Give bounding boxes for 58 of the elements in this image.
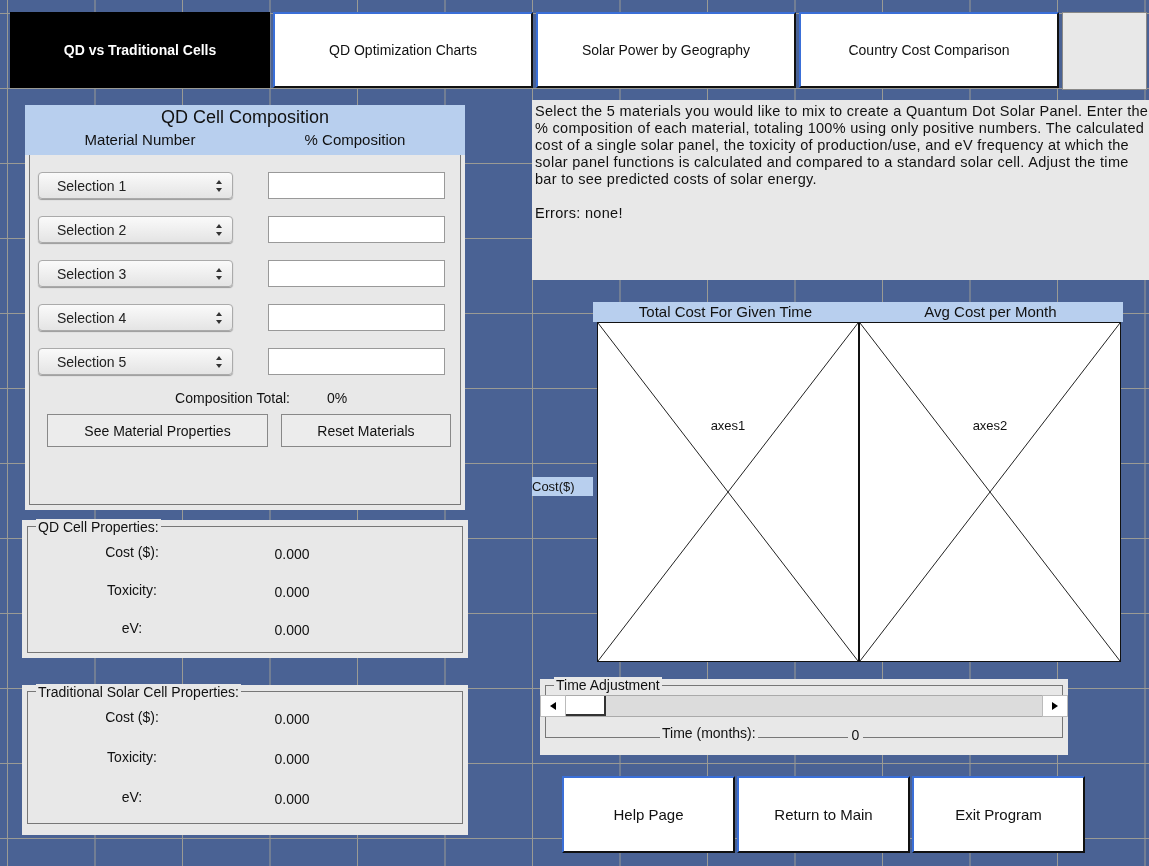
percent-input[interactable]: [268, 216, 445, 243]
right-arrow-icon: [1052, 702, 1058, 710]
left-arrow-icon: [550, 702, 556, 710]
time-label: Time (months):: [660, 725, 758, 743]
blank-tab[interactable]: [1062, 12, 1147, 90]
panel-button[interactable]: See Material Properties: [47, 414, 268, 447]
errors-text: Errors: none!: [535, 205, 624, 222]
total-value: 0%: [327, 390, 348, 408]
percent-input[interactable]: [268, 348, 445, 375]
percent-input[interactable]: [268, 172, 445, 199]
scroll-right-button[interactable]: [1042, 695, 1068, 717]
material-dropdown[interactable]: Selection 5: [38, 348, 233, 375]
spinner-arrows-icon: [215, 266, 223, 281]
slider-thumb[interactable]: [566, 696, 606, 716]
property-label: Toxicity:: [106, 749, 158, 767]
time-slider[interactable]: [566, 695, 1042, 717]
material-dropdown[interactable]: Selection 3: [38, 260, 233, 287]
action-button[interactable]: Help Page: [562, 776, 735, 853]
axis-label: Cost($): [532, 476, 593, 496]
panel-title: QD Cell Properties:: [36, 519, 161, 535]
property-value: 0.000: [273, 584, 311, 602]
tab[interactable]: Country Cost Comparison: [799, 12, 1059, 88]
property-value: 0.000: [273, 546, 311, 564]
chart-title: Total Cost For Given Time: [637, 302, 814, 322]
instructions-text: Select the 5 materials you would like to mix to create a Quantum Dot Solar Panel. Enter the % composition of each material, totaling 100% using only positive numbers. The calculated cost of a single solar panel, the toxicity of production/use, and eV frequency at which the solar panel functions is calculated and compared to a standard solar cell. Adjust the time bar to see predicted costs of solar energy.: [535, 103, 1149, 188]
scroll-left-button[interactable]: [540, 695, 566, 717]
panel-title: Time Adjustment: [554, 677, 662, 693]
time-value: 0: [847, 727, 864, 743]
total-label: Composition Total:: [174, 390, 290, 408]
property-label: eV:: [120, 789, 144, 807]
chart-title: Avg Cost per Month: [923, 302, 1058, 322]
panel-title: QD Cell Composition: [159, 106, 331, 129]
material-dropdown[interactable]: Selection 4: [38, 304, 233, 331]
property-value: 0.000: [273, 751, 311, 769]
material-dropdown[interactable]: Selection 2: [38, 216, 233, 243]
percent-input[interactable]: [268, 260, 445, 287]
percent-input[interactable]: [268, 304, 445, 331]
tab[interactable]: QD vs Traditional Cells: [10, 12, 270, 88]
property-value: 0.000: [273, 711, 311, 729]
column-heading: % Composition: [303, 131, 407, 148]
property-value: 0.000: [273, 622, 311, 640]
action-button[interactable]: Exit Program: [912, 776, 1085, 853]
column-heading: Material Number: [83, 131, 197, 148]
property-label: Cost ($):: [104, 544, 160, 562]
panel-button[interactable]: Reset Materials: [281, 414, 451, 447]
property-value: 0.000: [273, 791, 311, 809]
spinner-arrows-icon: [215, 178, 223, 193]
tab[interactable]: Solar Power by Geography: [536, 12, 796, 88]
spinner-arrows-icon: [215, 354, 223, 369]
property-label: Toxicity:: [106, 582, 158, 600]
action-button[interactable]: Return to Main: [737, 776, 910, 853]
property-label: eV:: [120, 620, 144, 638]
tab[interactable]: QD Optimization Charts: [273, 12, 533, 88]
spinner-arrows-icon: [215, 222, 223, 237]
material-dropdown[interactable]: Selection 1: [38, 172, 233, 199]
spinner-arrows-icon: [215, 310, 223, 325]
property-label: Cost ($):: [104, 709, 160, 727]
panel-title: Traditional Solar Cell Properties:: [36, 684, 241, 700]
